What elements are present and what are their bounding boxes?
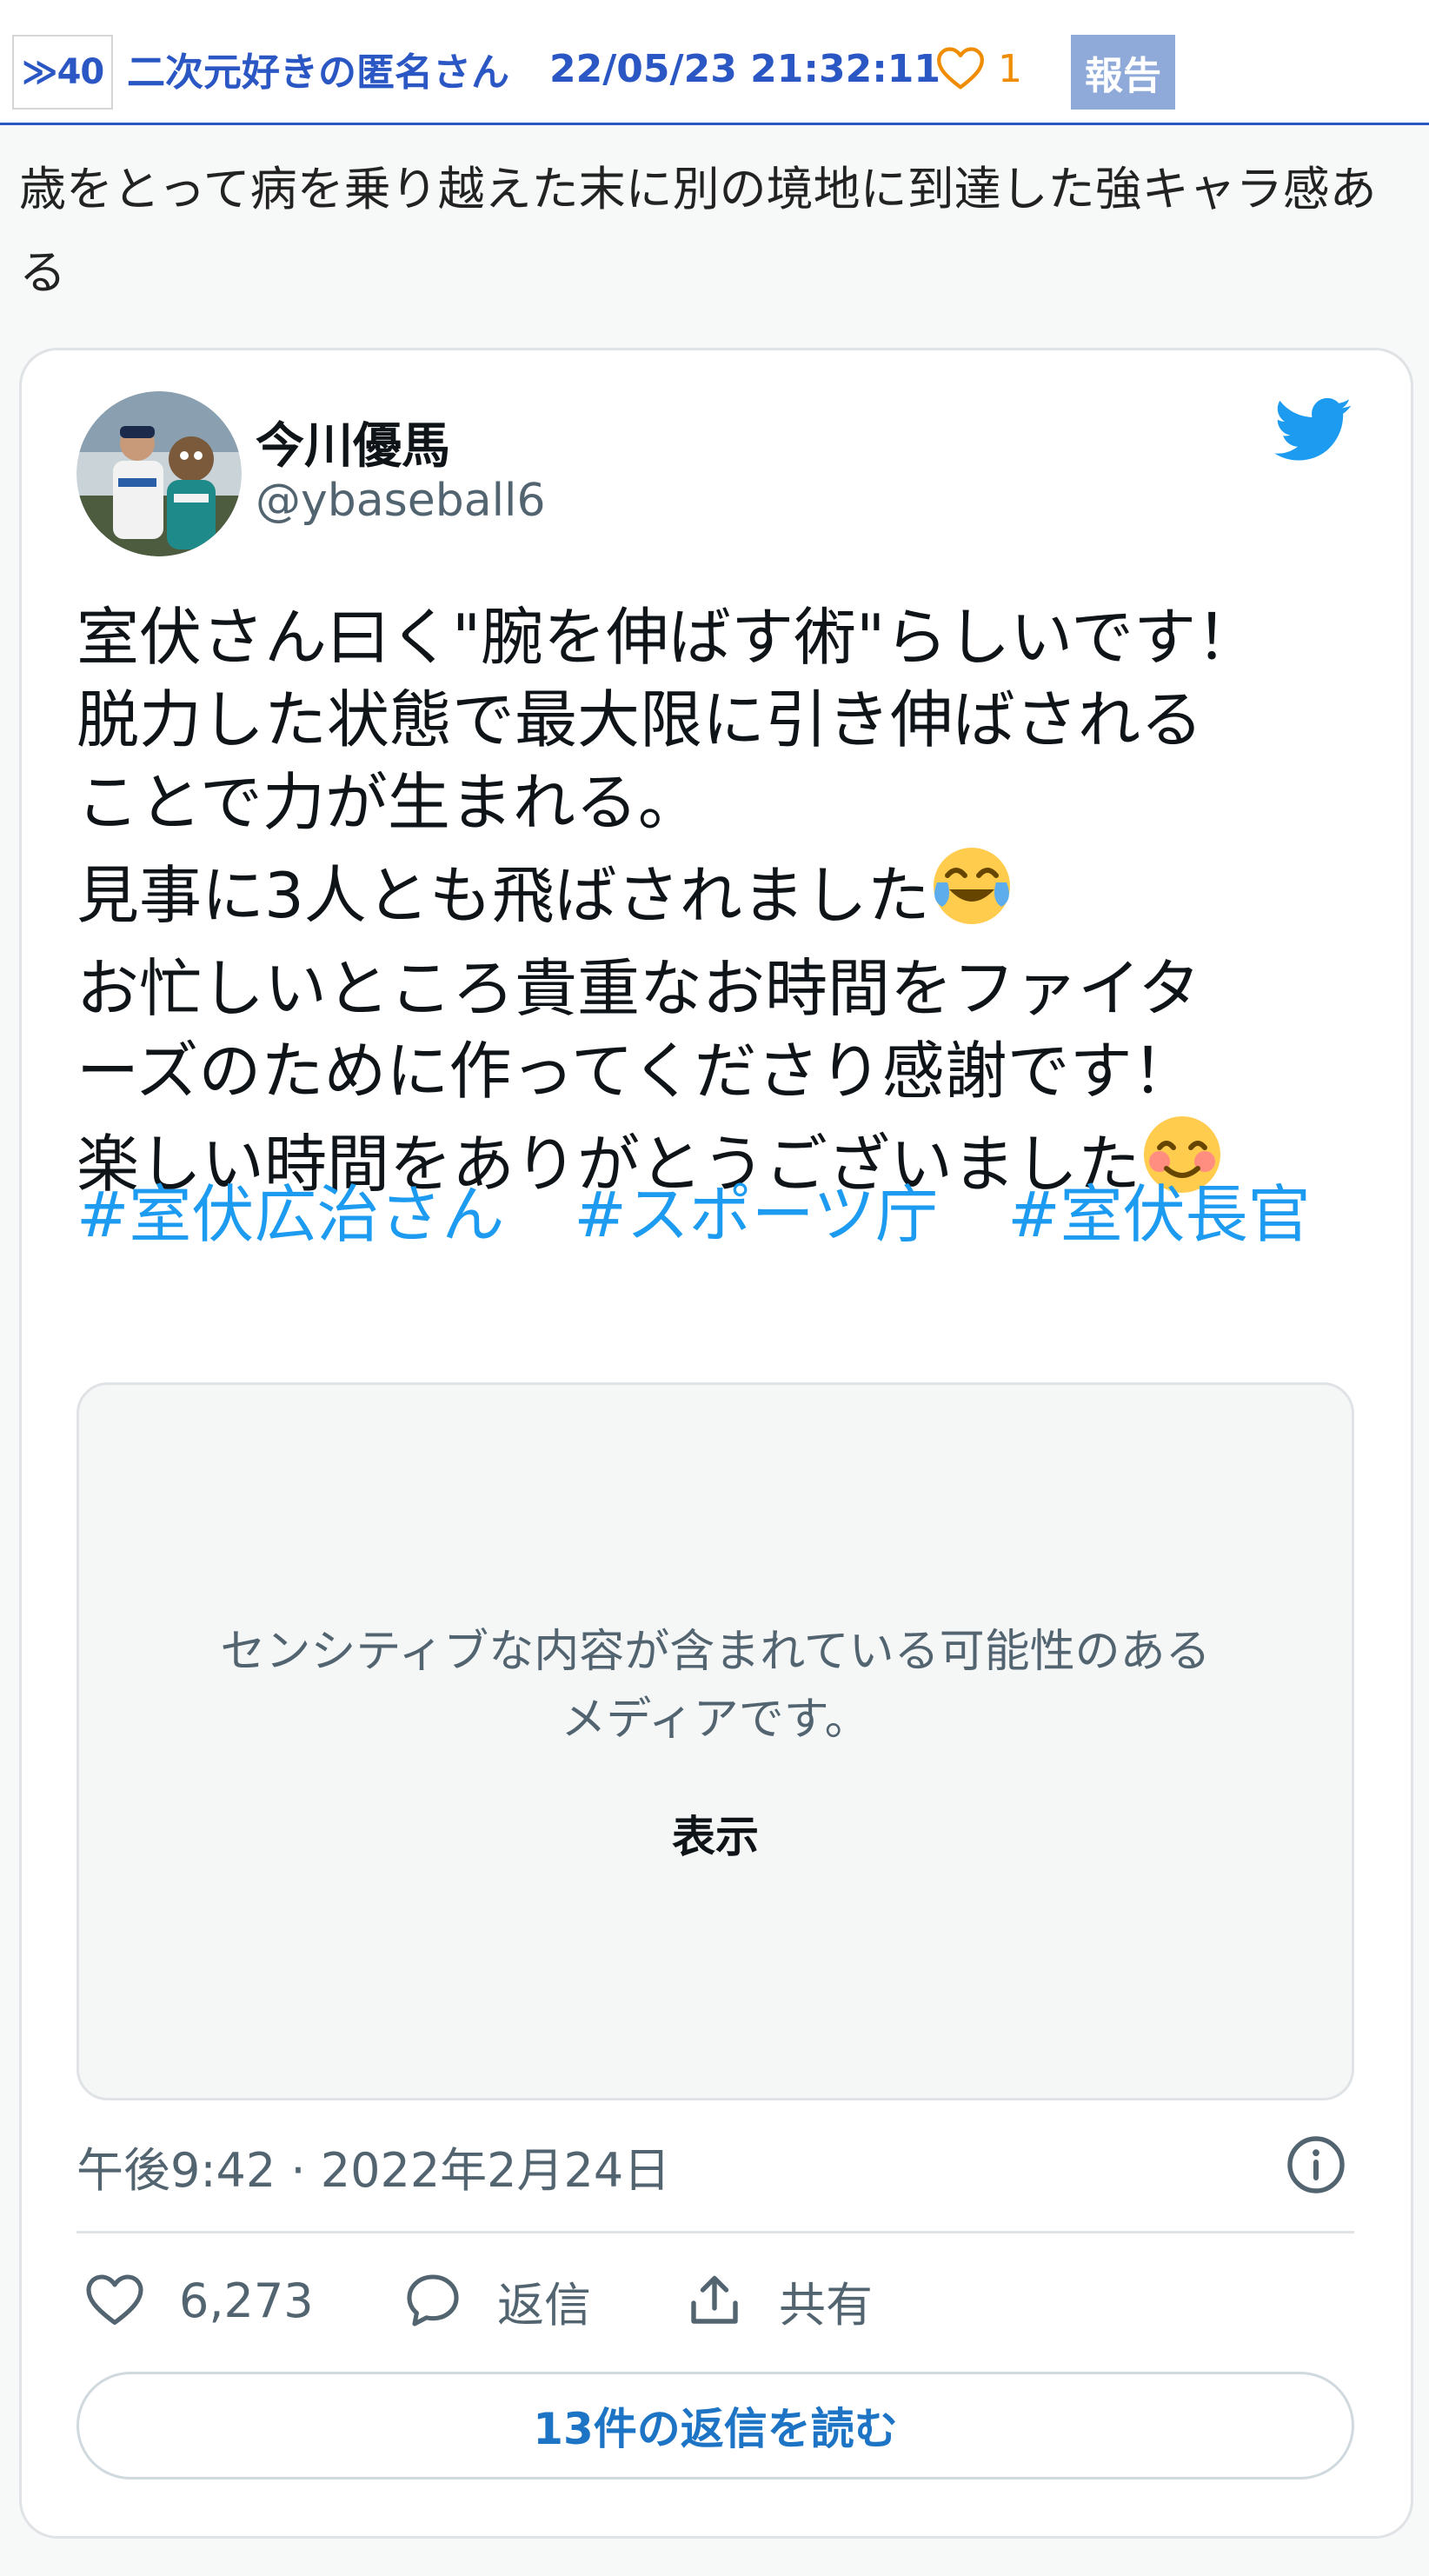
divider xyxy=(76,2231,1354,2233)
response-number-link[interactable]: ≫40 xyxy=(12,35,113,110)
hashtag-link[interactable]: #室伏広治さん xyxy=(76,1178,504,1251)
post-body: 歳をとって病を乗り越えた末に別の境地に到達した強キャラ感ある xyxy=(19,162,1377,300)
heart-outline-icon xyxy=(937,47,984,90)
tweet-reply-label: 返信 xyxy=(497,2277,591,2333)
tweet-text-line: お忙しいところ貴重なお時間をファイタ xyxy=(76,952,1201,1025)
poster-name: 二次元好きの匿名さん xyxy=(127,50,509,95)
tweet-reply-button[interactable]: 返信 xyxy=(402,2266,591,2335)
speech-bubble-icon xyxy=(407,2274,459,2326)
heart-outline-icon xyxy=(86,2274,143,2326)
tweet-text-line: ことで力が生まれる。 xyxy=(76,766,701,839)
tweet-text-line: 室伏さん曰く"腕を伸ばす術"らしいです！ xyxy=(76,601,1260,674)
sensitive-media-warning: センシティブな内容が含まれている可能性のある メディアです。 xyxy=(79,1618,1352,1754)
post-like-count: 1 xyxy=(998,46,1022,91)
tweet-author-handle[interactable]: @ybaseball6 xyxy=(256,475,546,527)
face-with-tears-of-joy-icon xyxy=(930,844,1014,948)
report-button[interactable]: 報告 xyxy=(1071,35,1175,110)
avatar[interactable] xyxy=(76,391,242,556)
avatar-photo-icon xyxy=(76,391,242,556)
share-upload-icon xyxy=(691,2275,738,2324)
info-icon[interactable] xyxy=(1285,2133,1347,2196)
tweet-text-line: 脱力した状態で最大限に引き伸ばされる xyxy=(76,683,1204,756)
tweet-text: 室伏さん曰く"腕を伸ばす術"らしいです！ 脱力した状態で最大限に引き伸ばされる … xyxy=(76,596,1380,1216)
tweet-text-line: 見事に3人とも飛ばされました xyxy=(76,859,930,932)
show-media-button[interactable]: 表示 xyxy=(79,1802,1352,1865)
tweet-share-button[interactable]: 共有 xyxy=(683,2266,873,2335)
tweet-author-name[interactable]: 今川優馬 xyxy=(256,407,450,477)
tweet-text-line: ーズのために作ってくださり感謝です！ xyxy=(76,1035,1195,1108)
tweet-share-label: 共有 xyxy=(779,2277,873,2333)
post-header: ≫40 二次元好きの匿名さん 22/05/23 21:32:11 1 報告 xyxy=(0,0,1429,125)
hashtag-link[interactable]: #室伏長官 xyxy=(1007,1178,1310,1251)
tweet-like-count: 6,273 xyxy=(179,2273,314,2328)
post-date: 22/05/23 21:32:11 xyxy=(549,46,941,91)
sensitive-media-warning-text: センシティブな内容が含まれている可能性のある メディアです。 xyxy=(220,1626,1211,1746)
hashtag-list: #室伏広治さん #スポーツ庁 #室伏長官 xyxy=(76,1174,1380,1256)
twitter-bird-icon[interactable] xyxy=(1274,396,1353,464)
sensitive-media-container[interactable]: センシティブな内容が含まれている可能性のある メディアです。 表示 xyxy=(76,1382,1354,2100)
tweet-timestamp[interactable]: 午後9:42 · 2022年2月24日 xyxy=(76,2132,670,2200)
post-like-button[interactable]: 1 xyxy=(935,38,1022,99)
read-replies-button[interactable]: 13件の返信を読む xyxy=(76,2372,1354,2479)
hashtag-link[interactable]: #スポーツ庁 xyxy=(574,1178,938,1251)
tweet-like-button[interactable]: 6,273 xyxy=(83,2266,314,2335)
